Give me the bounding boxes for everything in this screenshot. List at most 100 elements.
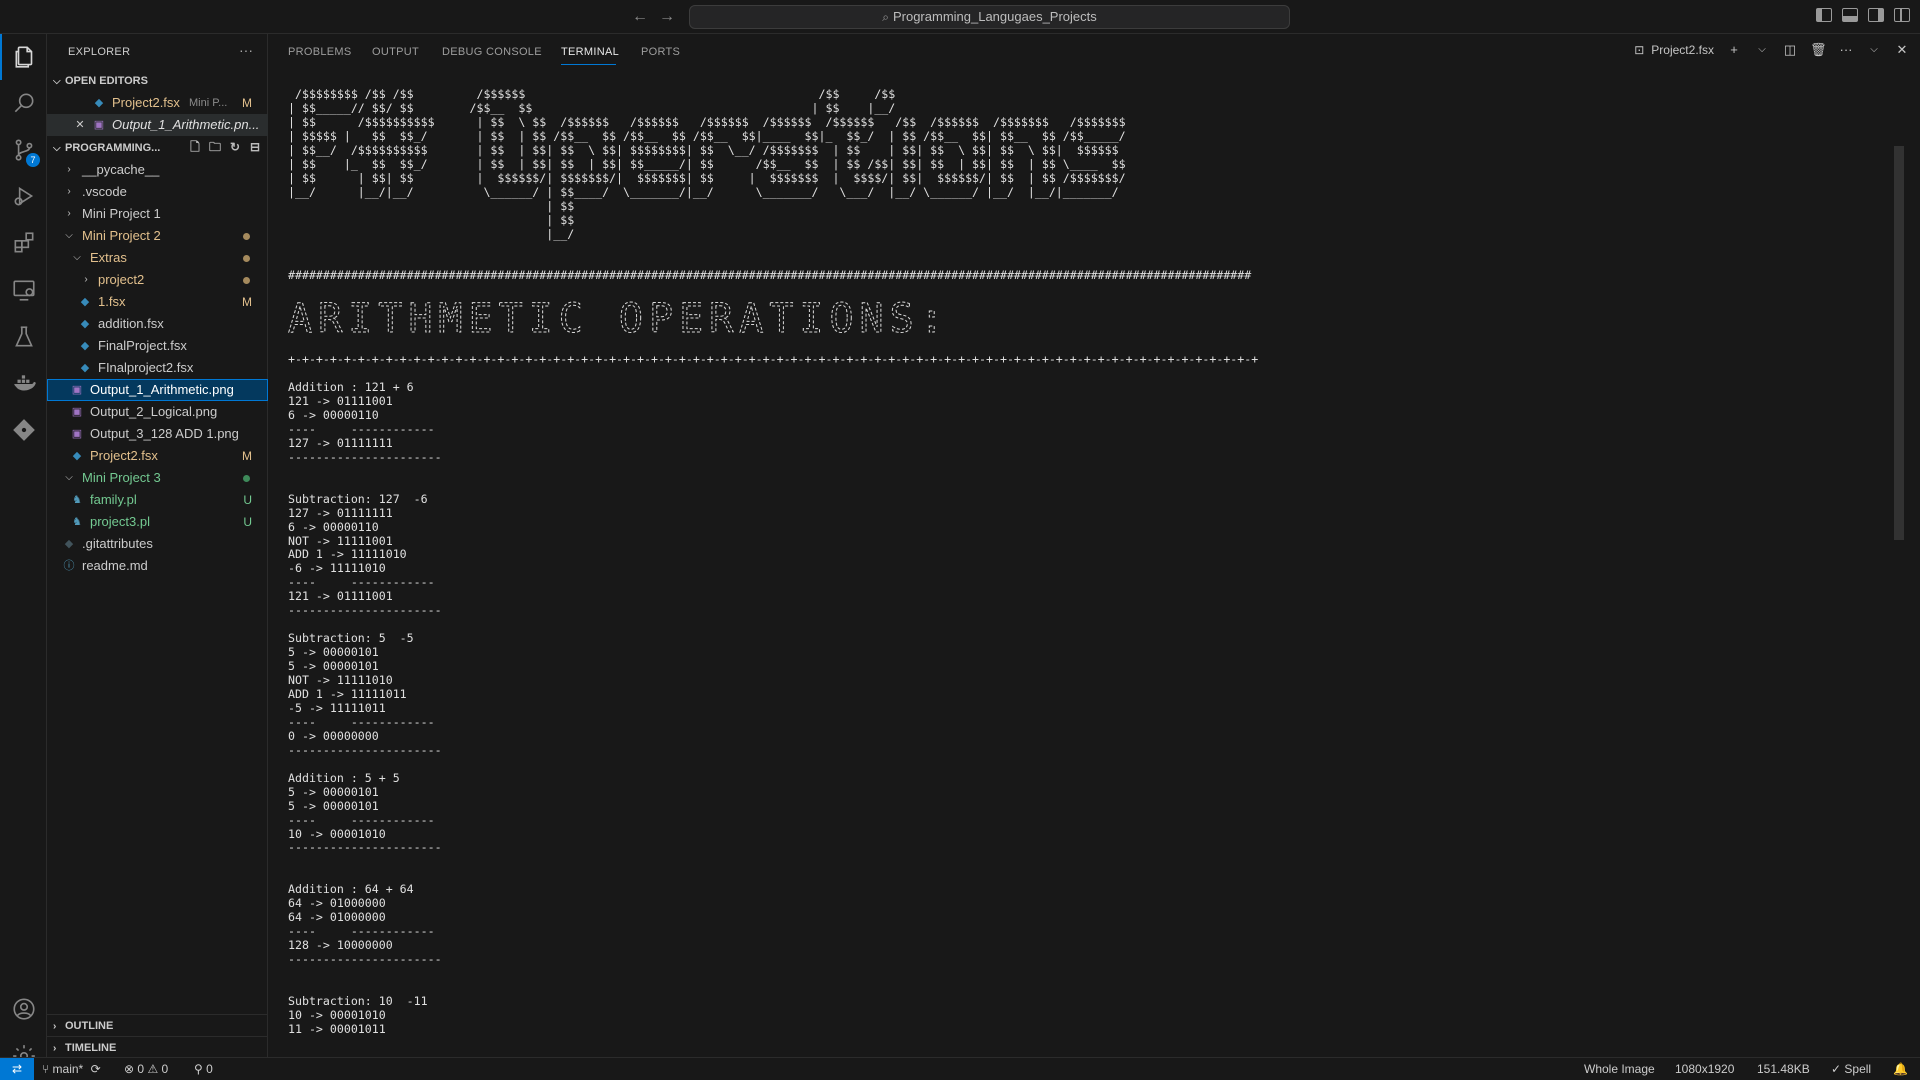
open-editor-item[interactable]: ✕ ▣ Output_1_Arithmetic.pn... — [47, 114, 268, 136]
terminal-view[interactable]: /$$$$$$$$ /$$ /$$ /$$$$$$ /$$ /$$ | $$__… — [268, 70, 1904, 1057]
accounts-icon[interactable] — [0, 986, 47, 1032]
problems-indicator[interactable]: ⊗ 0 ⚠ 0 — [124, 1058, 168, 1080]
explorer-icon[interactable] — [0, 34, 47, 80]
notifications-bell-icon[interactable]: 🔔 — [1893, 1058, 1908, 1080]
open-editors-header[interactable]: ⌵ OPEN EDITORS — [47, 70, 268, 92]
new-terminal-icon[interactable]: + — [1726, 42, 1742, 58]
file-label: family.pl — [90, 492, 137, 507]
tree-file[interactable]: ◆ addition.fsx — [47, 313, 268, 335]
git-graph-icon[interactable] — [0, 407, 47, 453]
terminal-output: /$$$$$$$$ /$$ /$$ /$$$$$$ /$$ /$$ | $$__… — [288, 87, 1259, 1036]
testing-icon[interactable] — [0, 314, 47, 360]
image-size: 151.48KB — [1757, 1062, 1810, 1076]
radio-tower-icon: ⚲ — [194, 1062, 203, 1076]
collapse-all-icon[interactable]: ⊟ — [248, 140, 262, 154]
tree-file[interactable]: ▣ Output_3_128 ADD 1.png — [47, 423, 268, 445]
tree-file[interactable]: ◆ FInalproject2.fsx — [47, 357, 268, 379]
folder-label: Mini Project 1 — [82, 206, 161, 221]
terminal-scrollbar[interactable] — [1894, 146, 1904, 540]
tree-file[interactable]: ♞ family.pl U — [47, 489, 268, 511]
ports-count: 0 — [206, 1062, 213, 1076]
open-editor-desc: Mini P... — [189, 97, 228, 109]
spell-check-status[interactable]: ✓ Spell — [1831, 1058, 1871, 1080]
refresh-icon[interactable]: ↻ — [228, 140, 242, 154]
image-zoom-status[interactable]: Whole Image — [1584, 1058, 1655, 1080]
tree-file[interactable]: ◆ Project2.fsx M — [47, 445, 268, 467]
chevron-down-icon: ⌵ — [73, 252, 81, 263]
fsharp-file-icon: ◆ — [94, 97, 104, 109]
tree-folder[interactable]: › __pycache__ — [47, 159, 268, 181]
branch-indicator[interactable]: ⑂ main* ⟳ — [42, 1058, 101, 1080]
chevron-down-icon: ⌵ — [65, 472, 73, 483]
chevron-down-icon: ⌵ — [53, 76, 61, 87]
source-control-badge: 7 — [26, 153, 40, 167]
split-terminal-icon[interactable]: ◫ — [1782, 42, 1798, 58]
explorer-toolbar: 🗋 🗀 ↻ ⊟ — [188, 140, 262, 154]
tree-folder[interactable]: ⌵ Mini Project 3 — [47, 467, 268, 489]
tree-file[interactable]: ♞ project3.pl U — [47, 511, 268, 533]
folder-label: Extras — [90, 250, 127, 265]
modified-mark: M — [242, 96, 252, 110]
branch-name: main* — [52, 1062, 84, 1076]
open-editor-item[interactable]: ◆ Project2.fsx Mini P... M — [47, 92, 268, 114]
project-root-header[interactable]: ⌵ PROGRAMMING... 🗋 🗀 ↻ ⊟ — [47, 137, 268, 159]
toggle-secondary-sidebar-icon[interactable] — [1868, 8, 1884, 22]
more-actions-icon[interactable]: ··· — [239, 42, 253, 58]
tab-ports[interactable]: PORTS — [641, 46, 680, 58]
folder-label: Mini Project 2 — [82, 228, 161, 243]
more-icon[interactable]: ··· — [1838, 42, 1854, 58]
image-file-icon: ▣ — [71, 406, 83, 418]
arrow-right-icon[interactable]: → — [657, 7, 677, 27]
close-panel-icon[interactable]: ✕ — [1894, 42, 1910, 58]
source-control-icon[interactable]: 7 — [0, 127, 47, 173]
tree-file[interactable]: ◆ 1.fsx M — [47, 291, 268, 313]
tree-folder[interactable]: › Mini Project 1 — [47, 203, 268, 225]
arrow-left-icon[interactable]: ← — [630, 7, 650, 27]
maximize-panel-icon[interactable]: ⌵ — [1866, 42, 1882, 58]
terminal-instance[interactable]: ⊡ Project2.fsx — [1631, 42, 1714, 58]
tree-file[interactable]: ▣ Output_2_Logical.png — [47, 401, 268, 423]
remote-explorer-icon[interactable] — [0, 267, 47, 313]
close-icon[interactable]: ✕ — [74, 119, 86, 131]
docker-icon[interactable] — [0, 361, 47, 407]
trash-icon[interactable]: 🗑 — [1810, 42, 1827, 58]
command-center-search[interactable]: ⌕ Programming_Langugaes_Projects — [689, 5, 1290, 29]
extensions-icon[interactable] — [0, 220, 47, 266]
error-count: 0 — [137, 1062, 145, 1076]
open-editor-name: Output_1_Arithmetic.pn... — [112, 117, 260, 132]
tree-folder[interactable]: › project2 — [47, 269, 268, 291]
tab-output[interactable]: OUTPUT — [372, 46, 419, 58]
tree-folder[interactable]: › .vscode — [47, 181, 268, 203]
tree-folder[interactable]: ⌵ Mini Project 2 — [47, 225, 268, 247]
new-folder-icon[interactable]: 🗀 — [208, 140, 222, 154]
tree-file[interactable]: ▣ Output_1_Arithmetic.png — [47, 379, 268, 401]
toggle-panel-icon[interactable] — [1842, 8, 1858, 22]
timeline-label: TIMELINE — [65, 1042, 117, 1054]
ports-indicator[interactable]: ⚲ 0 — [194, 1058, 213, 1080]
untracked-mark: U — [243, 493, 252, 507]
run-debug-icon[interactable] — [0, 173, 47, 219]
remote-indicator-icon[interactable]: ⇄ — [0, 1058, 34, 1080]
fsharp-file-icon: ◆ — [72, 450, 82, 462]
chevron-down-icon[interactable]: ⌵ — [1754, 42, 1770, 58]
file-label: Project2.fsx — [90, 448, 158, 463]
customize-layout-icon[interactable] — [1894, 8, 1910, 22]
new-file-icon[interactable]: 🗋 — [188, 140, 202, 154]
file-label: .gitattributes — [82, 536, 153, 551]
outline-header[interactable]: › OUTLINE — [47, 1014, 268, 1036]
tree-file[interactable]: ◆ .gitattributes — [47, 533, 268, 555]
toggle-primary-sidebar-icon[interactable] — [1816, 8, 1832, 22]
terminal-actions: ⊡ Project2.fsx + ⌵ ◫ 🗑 ··· ⌵ ✕ — [1631, 42, 1910, 58]
chevron-right-icon: › — [67, 164, 71, 175]
tab-terminal[interactable]: TERMINAL — [561, 46, 619, 58]
image-file-icon: ▣ — [93, 119, 105, 131]
tab-debug-console[interactable]: DEBUG CONSOLE — [442, 46, 542, 58]
file-label: 1.fsx — [98, 294, 126, 309]
tree-file[interactable]: ⓘ readme.md — [47, 555, 268, 577]
timeline-header[interactable]: › TIMELINE — [47, 1036, 268, 1058]
tree-folder[interactable]: ⌵ Extras — [47, 247, 268, 269]
tree-file[interactable]: ◆ FinalProject.fsx — [47, 335, 268, 357]
tab-problems[interactable]: PROBLEMS — [288, 46, 352, 58]
banner-heading: ARITHMETIC OPERATIONS: — [288, 296, 950, 340]
search-icon[interactable] — [0, 80, 47, 126]
